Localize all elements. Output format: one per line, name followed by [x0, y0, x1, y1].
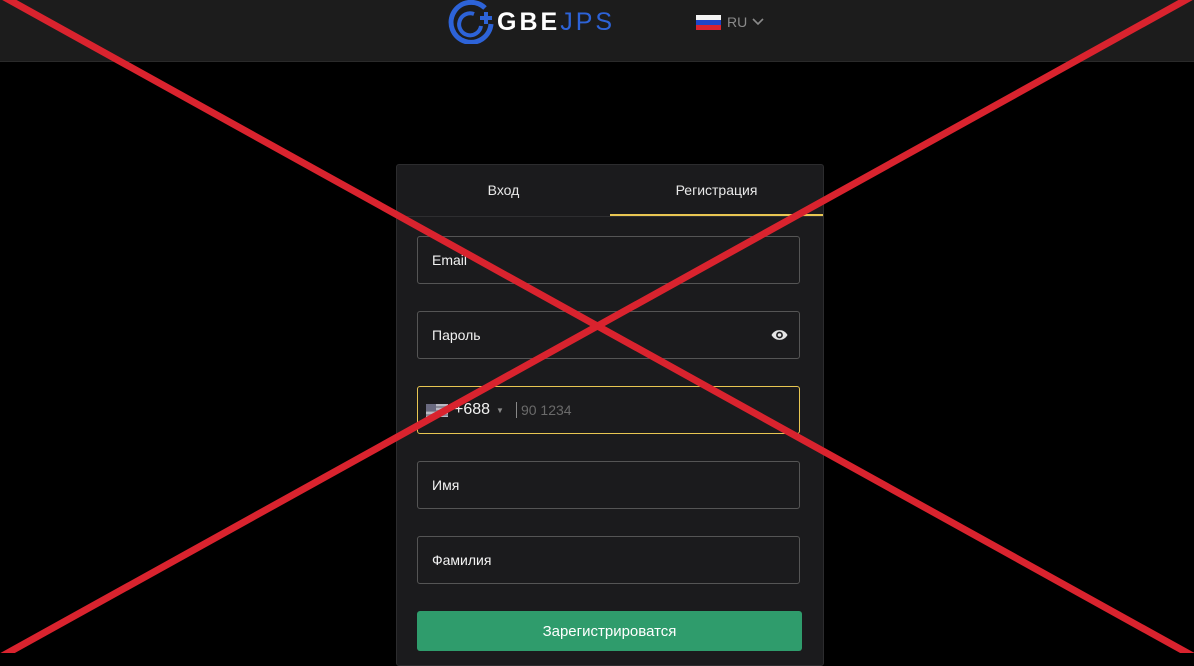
- text-cursor: [515, 402, 517, 418]
- tab-login[interactable]: Вход: [397, 165, 610, 215]
- password-label: Пароль: [432, 327, 481, 343]
- email-field[interactable]: Email: [417, 236, 800, 284]
- logo-mark-icon: [448, 0, 494, 44]
- first-name-field[interactable]: Имя: [417, 461, 800, 509]
- language-selector[interactable]: RU: [696, 14, 764, 30]
- eye-icon[interactable]: [771, 328, 788, 342]
- auth-tabs: Вход Регистрация: [397, 165, 823, 217]
- country-flag-icon[interactable]: [426, 403, 448, 417]
- caret-down-icon[interactable]: ▼: [496, 406, 504, 415]
- auth-card: Вход Регистрация Email Пароль +688 ▼ Имя…: [396, 164, 824, 666]
- logo-text-thin: JPS: [560, 7, 616, 36]
- phone-country-code[interactable]: +688: [454, 401, 490, 419]
- chevron-down-icon: [752, 18, 764, 26]
- phone-field[interactable]: +688 ▼: [417, 386, 800, 434]
- logo-text-bold: GBE: [497, 7, 561, 36]
- last-name-field[interactable]: Фамилия: [417, 536, 800, 584]
- email-label: Email: [432, 252, 468, 268]
- password-field[interactable]: Пароль: [417, 311, 800, 359]
- tab-register[interactable]: Регистрация: [610, 165, 823, 216]
- site-logo[interactable]: GBEJPS: [445, 0, 615, 44]
- russia-flag-icon: [696, 14, 721, 30]
- register-button[interactable]: Зарегистрироватся: [417, 611, 802, 651]
- language-label: RU: [727, 14, 748, 30]
- first-name-label: Имя: [432, 477, 460, 493]
- logo-text: GBEJPS: [497, 7, 616, 36]
- last-name-label: Фамилия: [432, 552, 492, 568]
- top-header: GBEJPS RU: [0, 0, 1194, 62]
- phone-input[interactable]: [518, 401, 783, 419]
